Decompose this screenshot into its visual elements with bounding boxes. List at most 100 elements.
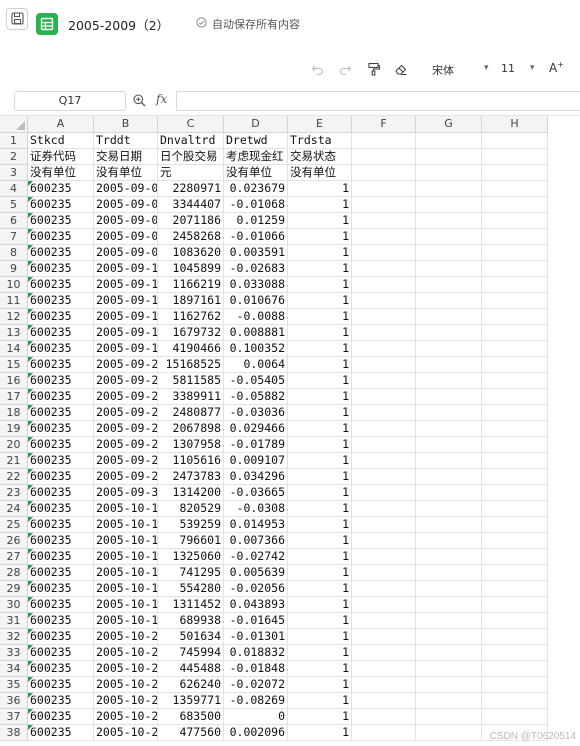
row-header[interactable]: 7	[0, 229, 28, 245]
row-header[interactable]: 30	[0, 597, 28, 613]
cell-c15[interactable]: 15168525	[158, 357, 224, 373]
cell-h8[interactable]	[482, 245, 548, 261]
cell-g8[interactable]	[416, 245, 482, 261]
cell-a35[interactable]: 600235	[28, 677, 94, 693]
row-header[interactable]: 22	[0, 469, 28, 485]
column-header-d[interactable]: D	[224, 116, 288, 133]
cell-d15[interactable]: 0.0064	[224, 357, 288, 373]
cell-f27[interactable]	[352, 549, 416, 565]
cell-b8[interactable]: 2005-09-0	[94, 245, 158, 261]
cell-h30[interactable]	[482, 597, 548, 613]
row-header[interactable]: 8	[0, 245, 28, 261]
cell-g9[interactable]	[416, 261, 482, 277]
cell-g7[interactable]	[416, 229, 482, 245]
cell-c4[interactable]: 2280971	[158, 181, 224, 197]
cell-e38[interactable]: 1	[288, 725, 352, 741]
column-header-b[interactable]: B	[94, 116, 158, 133]
cell-g1[interactable]	[416, 133, 482, 149]
cell-a36[interactable]: 600235	[28, 693, 94, 709]
eraser-icon[interactable]	[393, 61, 409, 77]
cell-d1[interactable]: Dretwd	[224, 133, 288, 149]
cell-c14[interactable]: 4190466	[158, 341, 224, 357]
cell-b4[interactable]: 2005-09-0	[94, 181, 158, 197]
cell-a6[interactable]: 600235	[28, 213, 94, 229]
cell-d30[interactable]: 0.043893	[224, 597, 288, 613]
cell-a9[interactable]: 600235	[28, 261, 94, 277]
cell-c29[interactable]: 554280	[158, 581, 224, 597]
row-header[interactable]: 37	[0, 709, 28, 725]
cell-a1[interactable]: Stkcd	[28, 133, 94, 149]
dropdown-caret-icon[interactable]: ▾	[530, 63, 535, 73]
cell-c28[interactable]: 741295	[158, 565, 224, 581]
cell-c24[interactable]: 820529	[158, 501, 224, 517]
cell-f21[interactable]	[352, 453, 416, 469]
cell-f14[interactable]	[352, 341, 416, 357]
cell-f31[interactable]	[352, 613, 416, 629]
cell-c23[interactable]: 1314200	[158, 485, 224, 501]
row-header[interactable]: 34	[0, 661, 28, 677]
cell-b29[interactable]: 2005-10-1	[94, 581, 158, 597]
cell-g19[interactable]	[416, 421, 482, 437]
row-header[interactable]: 23	[0, 485, 28, 501]
cell-b28[interactable]: 2005-10-1	[94, 565, 158, 581]
cell-d6[interactable]: 0.01259	[224, 213, 288, 229]
cell-a20[interactable]: 600235	[28, 437, 94, 453]
cell-h20[interactable]	[482, 437, 548, 453]
cell-g25[interactable]	[416, 517, 482, 533]
row-header[interactable]: 6	[0, 213, 28, 229]
cell-b6[interactable]: 2005-09-0	[94, 213, 158, 229]
cell-a25[interactable]: 600235	[28, 517, 94, 533]
row-header[interactable]: 18	[0, 405, 28, 421]
cell-f7[interactable]	[352, 229, 416, 245]
row-header[interactable]: 20	[0, 437, 28, 453]
cell-c2[interactable]: 日个股交易	[158, 149, 224, 165]
cell-a18[interactable]: 600235	[28, 405, 94, 421]
cell-f8[interactable]	[352, 245, 416, 261]
row-header[interactable]: 28	[0, 565, 28, 581]
cell-h22[interactable]	[482, 469, 548, 485]
cell-f13[interactable]	[352, 325, 416, 341]
cell-c5[interactable]: 3344407	[158, 197, 224, 213]
cell-g23[interactable]	[416, 485, 482, 501]
cell-b3[interactable]: 没有单位	[94, 165, 158, 181]
document-title[interactable]: 2005-2009（2）	[68, 15, 169, 34]
cell-c22[interactable]: 2473783	[158, 469, 224, 485]
cell-a8[interactable]: 600235	[28, 245, 94, 261]
cell-c16[interactable]: 5811585	[158, 373, 224, 389]
cell-e8[interactable]: 1	[288, 245, 352, 261]
cell-b5[interactable]: 2005-09-0	[94, 197, 158, 213]
cell-a30[interactable]: 600235	[28, 597, 94, 613]
row-header[interactable]: 11	[0, 293, 28, 309]
cell-d29[interactable]: -0.02056	[224, 581, 288, 597]
cell-h18[interactable]	[482, 405, 548, 421]
cell-d23[interactable]: -0.03665	[224, 485, 288, 501]
cell-d33[interactable]: 0.018832	[224, 645, 288, 661]
cell-d5[interactable]: -0.01068	[224, 197, 288, 213]
row-header[interactable]: 31	[0, 613, 28, 629]
cell-c18[interactable]: 2480877	[158, 405, 224, 421]
row-header[interactable]: 15	[0, 357, 28, 373]
cell-e1[interactable]: Trdsta	[288, 133, 352, 149]
cell-g4[interactable]	[416, 181, 482, 197]
cell-d26[interactable]: 0.007366	[224, 533, 288, 549]
cell-d22[interactable]: 0.034296	[224, 469, 288, 485]
cell-a22[interactable]: 600235	[28, 469, 94, 485]
cell-e29[interactable]: 1	[288, 581, 352, 597]
cell-h11[interactable]	[482, 293, 548, 309]
cell-h21[interactable]	[482, 453, 548, 469]
row-header[interactable]: 5	[0, 197, 28, 213]
cell-b34[interactable]: 2005-10-2	[94, 661, 158, 677]
cell-a26[interactable]: 600235	[28, 533, 94, 549]
cell-d17[interactable]: -0.05882	[224, 389, 288, 405]
cell-e36[interactable]: 1	[288, 693, 352, 709]
cell-d20[interactable]: -0.01789	[224, 437, 288, 453]
cell-g18[interactable]	[416, 405, 482, 421]
cell-a27[interactable]: 600235	[28, 549, 94, 565]
cell-d38[interactable]: 0.002096	[224, 725, 288, 741]
cell-b37[interactable]: 2005-10-2	[94, 709, 158, 725]
cell-a12[interactable]: 600235	[28, 309, 94, 325]
cell-g13[interactable]	[416, 325, 482, 341]
cell-g34[interactable]	[416, 661, 482, 677]
cell-b7[interactable]: 2005-09-0	[94, 229, 158, 245]
cell-f15[interactable]	[352, 357, 416, 373]
